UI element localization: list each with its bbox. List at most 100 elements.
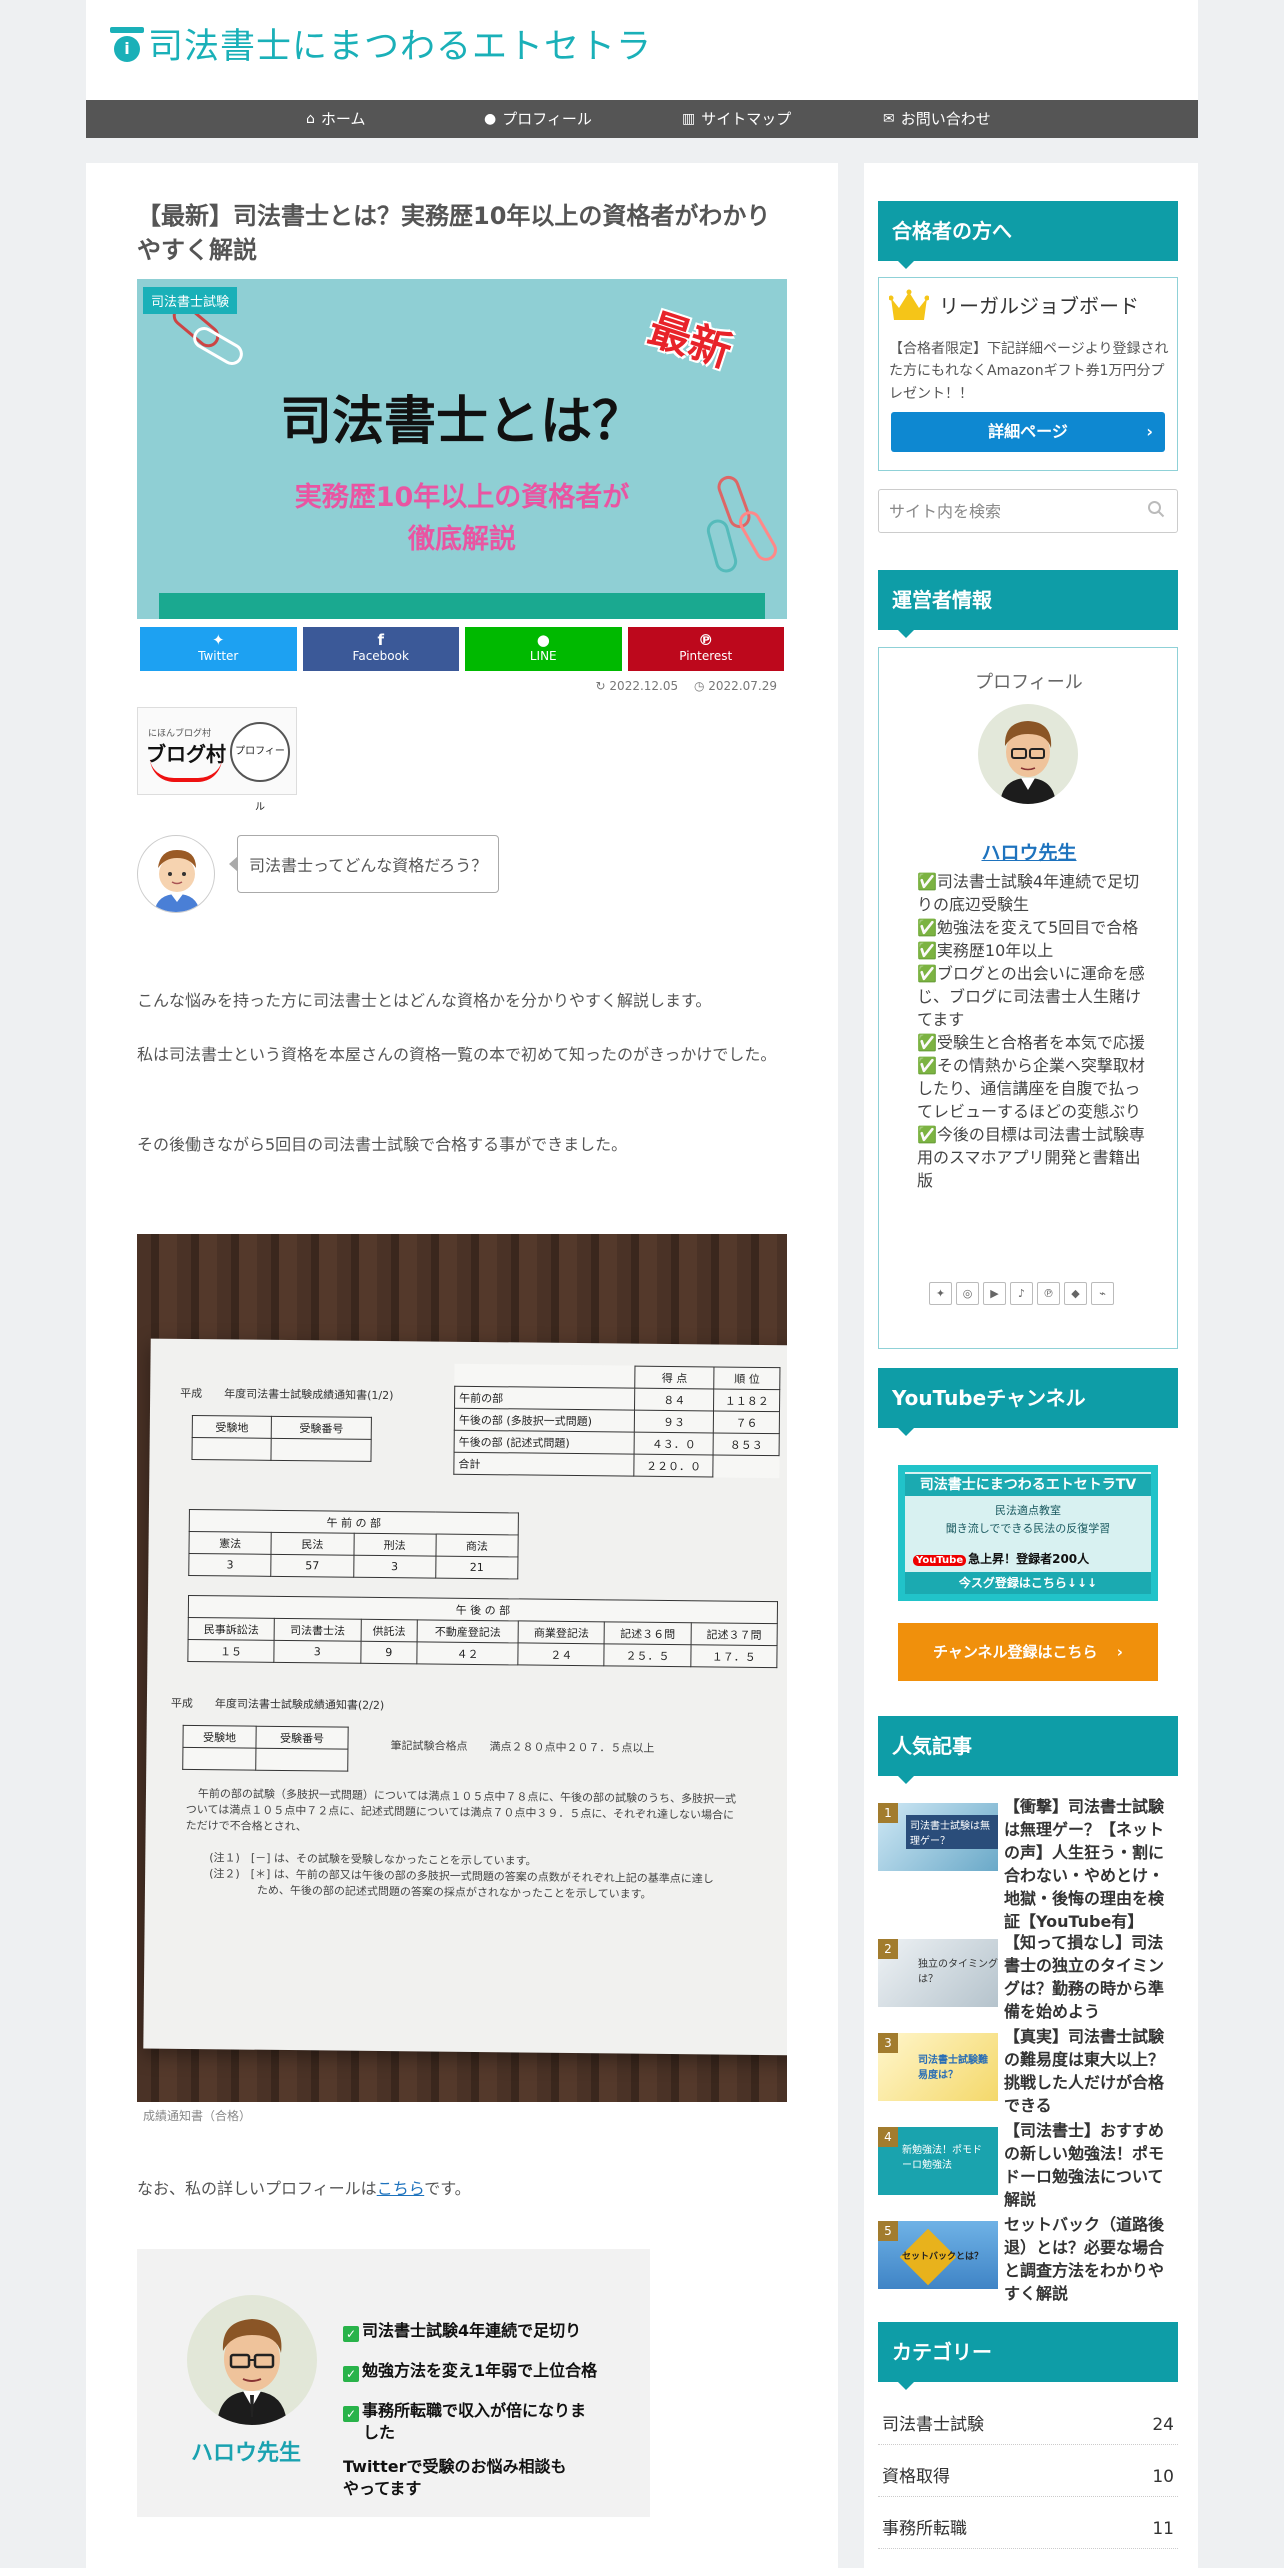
- table-cell: 午前の部: [454, 1386, 635, 1411]
- nav-item-sitemap[interactable]: ▥ サイトマップ: [682, 100, 791, 138]
- published-date-text: 2022.07.29: [708, 679, 777, 693]
- table-header: 受験地: [182, 1725, 257, 1749]
- table-cell: [271, 1438, 372, 1462]
- thumbnail-text: 独立のタイミングは？: [918, 1959, 998, 1985]
- detail-page-button[interactable]: 詳細ページ ›: [891, 412, 1165, 452]
- sidebar-heading-popular: 人気記事: [878, 1716, 1178, 1784]
- instagram-icon[interactable]: ◎: [956, 1282, 979, 1305]
- profile-banner[interactable]: ハロウ先生 ✓ 司法書士試験4年連続で足切り ✓ 勉強方法を変え1年弱で上位合格 ✓…: [137, 2249, 650, 2517]
- thumbnail-text: 司法書士試験難易度は？: [918, 2055, 988, 2081]
- score-report-photo: 平成 年度司法書士試験成績通知書(1/2) 受験地 受験番号 得 点順 位 午前の…: [137, 1234, 787, 2102]
- nav-label: サイトマップ: [701, 110, 792, 128]
- main-content: 【最新】司法書士とは？実務歴10年以上の資格者がわかりやすく解説 司法書士試験 …: [86, 163, 838, 2568]
- rank-badge: 5: [878, 2221, 898, 2241]
- popular-item[interactable]: 1 司法書士試験は無理ゲー？ 【衝撃】司法書士試験は無理ゲー？【ネットの声】人生…: [878, 1795, 1178, 1931]
- global-nav: ⌂ ホーム ● プロフィール ▥ サイトマップ ✉ お問い合わせ: [86, 100, 1198, 138]
- button-label: チャンネル登録はこちら: [933, 1643, 1098, 1661]
- table-header: 記述３７問: [690, 1622, 778, 1646]
- twitter-icon[interactable]: ✦: [929, 1282, 952, 1305]
- table-cell: 3: [188, 1553, 272, 1577]
- banner-line: Twitterで受験のお悩み相談も: [343, 2457, 567, 2476]
- photo-caption: 成績通知書（合格）: [143, 2109, 252, 2123]
- operator-label: プロフィール: [975, 672, 1083, 693]
- table-cell: 午後の部 (記述式問題): [454, 1430, 635, 1455]
- popular-item[interactable]: 3 司法書士試験難易度は？ 【真実】司法書士試験の難易度は東大以上？挑戦した人だ…: [878, 2025, 1178, 2115]
- nav-label: ホーム: [320, 110, 366, 128]
- category-name: 司法書士試験: [882, 2415, 984, 2435]
- category-item[interactable]: 事務所転職 11: [878, 2509, 1178, 2549]
- pinterest-icon: ℗: [698, 631, 714, 649]
- site-title[interactable]: 司法書士にまつわるエトセトラ: [148, 18, 652, 69]
- thumbnail-text: 司法書士試験は無理ゲー？: [906, 1815, 998, 1849]
- youtube-subscribe-button[interactable]: チャンネル登録はこちら ›: [898, 1623, 1158, 1681]
- youtube-icon[interactable]: ▶: [983, 1282, 1006, 1305]
- updated-date-text: 2022.12.05: [609, 679, 679, 693]
- youtube-channel-banner[interactable]: 司法書士にまつわるエトセトラTV 民法適点教室 聞き流しでできる民法の反復学習 …: [898, 1465, 1158, 1601]
- popular-item[interactable]: 4 新勉強法！ポモドーロ勉強法 【司法書士】おすすめの新しい勉強法！ポモドーロ勉…: [878, 2119, 1178, 2209]
- envelope-icon: ✉: [883, 111, 895, 127]
- search-icon[interactable]: [1147, 500, 1165, 518]
- popular-thumbnail: 3 司法書士試験難易度は？: [878, 2033, 998, 2101]
- legal-job-text: 【合格者限定】下記詳細ページより登録された方にもれなくAmazonギフト券1万円…: [889, 341, 1169, 402]
- category-count: 24: [1152, 2415, 1174, 2435]
- operator-bio: ✅司法書士試験4年連続で足切りの底辺受験生 ✅勉強法を変えて5回目で合格 ✅実務…: [917, 870, 1147, 1192]
- category-label[interactable]: 司法書士試験: [143, 287, 238, 314]
- youtube-banner-inner: 司法書士にまつわるエトセトラTV 民法適点教室 聞き流しでできる民法の反復学習 …: [905, 1472, 1151, 1594]
- table-cell: １７．５: [690, 1644, 778, 1668]
- logo-mark-icon: i: [110, 23, 146, 63]
- site-header: i 司法書士にまつわるエトセトラ: [86, 0, 1198, 100]
- table-cell: ８５３: [713, 1432, 780, 1456]
- profile-paragraph: なお、私の詳しいプロフィールはこちらです。: [137, 2171, 787, 2208]
- bio-line: ✅今後の目標は司法書士試験専用のスマホアプリ開発と書籍出版: [917, 1125, 1145, 1191]
- rank-badge: 3: [878, 2033, 898, 2053]
- nav-item-profile[interactable]: ● プロフィール: [484, 100, 592, 138]
- eyecatch-image: 司法書士試験 最新 司法書士とは？ 実務歴10年以上の資格者が 徹底解説: [137, 279, 787, 619]
- nav-item-contact[interactable]: ✉ お問い合わせ: [883, 100, 991, 138]
- banner-line: ✓ 勉強方法を変え1年弱で上位合格: [343, 2357, 597, 2382]
- share-line-button[interactable]: ● LINE: [465, 627, 622, 671]
- search-input[interactable]: [889, 490, 1129, 532]
- category-item[interactable]: 司法書士試験 24: [878, 2405, 1178, 2445]
- table-header: 得 点: [634, 1366, 715, 1389]
- paragraph-text: です。: [424, 2179, 471, 2198]
- feedly-icon[interactable]: ◆: [1064, 1282, 1087, 1305]
- table-header: 供託法: [360, 1619, 418, 1642]
- youtube-banner-title: 司法書士にまつわるエトセトラTV: [905, 1474, 1151, 1496]
- tiktok-icon[interactable]: ♪: [1010, 1282, 1033, 1305]
- blog-village-banner[interactable]: にほんブログ村 ブログ村 プロフィール: [137, 707, 297, 813]
- youtube-logo-icon: YouTube: [913, 1555, 967, 1566]
- category-name: 事務所転職: [882, 2519, 967, 2539]
- youtube-banner-subs: YouTube 急上昇！登録者200人: [913, 1550, 1089, 1567]
- table-cell: ４３．０: [634, 1432, 714, 1455]
- popular-thumbnail: 2 独立のタイミングは？: [878, 1939, 998, 2007]
- share-twitter-button[interactable]: ✦ Twitter: [140, 627, 297, 671]
- clock-icon: ◷: [693, 679, 705, 693]
- avatar: [187, 2295, 317, 2425]
- table-cell: ２５．５: [604, 1643, 691, 1667]
- popular-item[interactable]: 5 セットバックとは？ セットバック（道路後退）とは？必要な場合と調査方法をわか…: [878, 2213, 1178, 2303]
- category-name: 資格取得: [882, 2467, 950, 2487]
- share-facebook-button[interactable]: f Facebook: [302, 627, 459, 671]
- pinterest-icon[interactable]: ℗: [1037, 1282, 1060, 1305]
- bio-line: ✅その情熱から企業へ突撃取材したり、通信講座を自腹で払ってレビューするほどの変態…: [917, 1056, 1145, 1122]
- category-item[interactable]: 資格取得 10: [878, 2457, 1178, 2497]
- legal-job-title[interactable]: リーガルジョブボード: [939, 290, 1139, 319]
- nav-item-home[interactable]: ⌂ ホーム: [306, 100, 365, 138]
- banner-line-text: 事務所転職で収入が倍になりま: [362, 2401, 587, 2420]
- profile-link[interactable]: こちら: [377, 2179, 425, 2198]
- score-report-paper: 平成 年度司法書士試験成績通知書(1/2) 受験地 受験番号 得 点順 位 午前の…: [143, 1338, 787, 2056]
- table-header: 刑法: [353, 1533, 436, 1557]
- share-pinterest-button[interactable]: ℗ Pinterest: [627, 627, 784, 671]
- popular-thumbnail: 5 セットバックとは？: [878, 2221, 998, 2289]
- popular-item[interactable]: 2 独立のタイミングは？ 【知って損なし】司法書士の独立のタイミングは？勤務の時…: [878, 1931, 1178, 2021]
- facebook-icon: f: [377, 631, 385, 649]
- am-table: 午 前 の 部 憲法 民法 刑法 商法 3 57 3 21: [188, 1508, 519, 1580]
- bio-line: ✅受験生と合格者を本気で応援: [917, 1033, 1145, 1053]
- operator-name-link[interactable]: ハロウ先生: [879, 838, 1179, 865]
- rss-icon[interactable]: ⌁: [1091, 1282, 1114, 1305]
- site-logo[interactable]: i 司法書士にまつわるエトセトラ: [110, 18, 652, 68]
- site-search: [878, 489, 1178, 533]
- table-header: 順 位: [714, 1366, 780, 1390]
- eyecatch-badge: 最新: [642, 304, 738, 377]
- paragraph-text: なお、私の詳しいプロフィールは: [137, 2179, 377, 2198]
